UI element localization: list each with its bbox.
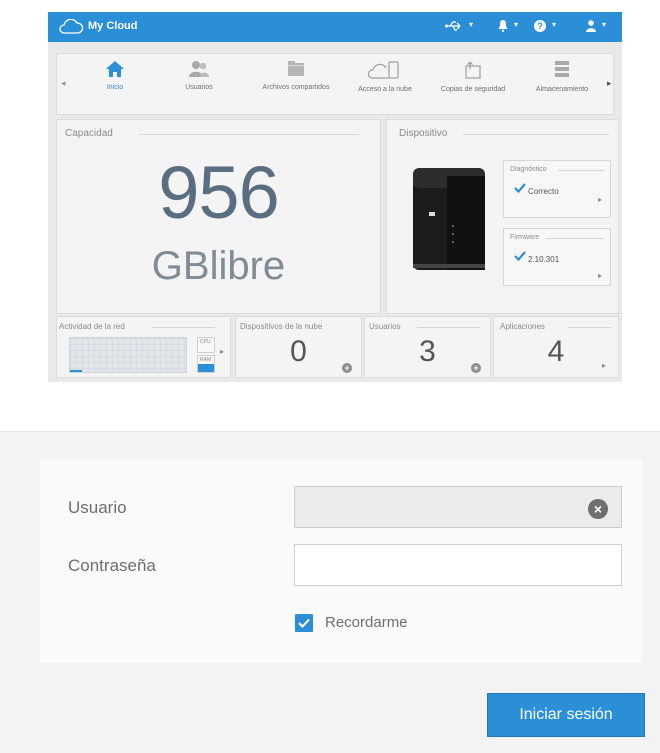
checkmark-icon xyxy=(298,618,310,628)
help-icon: ? xyxy=(534,20,546,32)
capacity-panel: Capacidad 956 GBlibre xyxy=(56,119,381,314)
chevron-down-icon: ▾ xyxy=(602,20,607,29)
divider xyxy=(463,134,609,135)
nav-label: Almacenamiento xyxy=(535,86,589,93)
cloud-icon xyxy=(59,19,84,34)
firmware-value: 2.10.301 xyxy=(528,255,560,264)
diagnostics-card[interactable]: Diagnóstico Correcto ▸ xyxy=(503,160,611,218)
diagnostics-title: Diagnóstico xyxy=(510,166,547,173)
backup-icon xyxy=(465,61,481,79)
panel-title: Aplicaciones xyxy=(500,322,545,331)
diagnostics-value: Correcto xyxy=(528,187,559,196)
notifications-menu[interactable]: ▾ xyxy=(498,20,518,34)
chevron-right-icon: ▸ xyxy=(597,271,602,280)
clear-icon[interactable]: × xyxy=(588,499,608,519)
nav-item-copias[interactable]: Copias de seguridad xyxy=(431,60,515,112)
nas-device-image xyxy=(413,168,485,270)
nav-label: Acceso a la nube xyxy=(358,86,412,93)
nav-item-inicio[interactable]: Inicio xyxy=(85,60,145,112)
nav-item-archivos[interactable]: Archivos compartidos xyxy=(251,60,341,112)
nav-label: Archivos compartidos xyxy=(262,84,330,91)
top-bar: My Cloud ▾ ▾ ? ▾ ▾ xyxy=(48,12,622,42)
network-activity-bar xyxy=(70,370,82,372)
divider xyxy=(546,238,604,239)
users-panel[interactable]: Usuarios 3 + xyxy=(364,316,491,378)
nav-label: Usuarios xyxy=(185,84,213,91)
cpu-meter: CPU xyxy=(197,337,215,353)
password-input[interactable] xyxy=(294,544,622,586)
login-button[interactable]: Iniciar sesión xyxy=(487,693,645,737)
add-icon[interactable]: + xyxy=(471,363,481,373)
ram-fill xyxy=(198,364,214,372)
divider xyxy=(568,327,612,328)
cloud-device-icon xyxy=(368,61,399,79)
panel-title: Usuarios xyxy=(369,322,401,331)
firmware-title: Firmware xyxy=(510,234,540,241)
username-input[interactable] xyxy=(294,486,622,528)
folder-icon xyxy=(288,61,304,76)
divider xyxy=(151,327,215,328)
chevron-down-icon: ▾ xyxy=(514,20,519,29)
capacity-unit: GBlibre xyxy=(151,244,286,288)
apps-panel[interactable]: Aplicaciones 4 ▸ xyxy=(493,316,619,378)
home-icon xyxy=(106,61,124,77)
username-label: Usuario xyxy=(68,498,127,517)
chevron-right-icon: ▸ xyxy=(602,361,607,370)
cloud-devices-panel[interactable]: Dispositivos de la nube 0 + xyxy=(235,316,362,378)
divider xyxy=(139,134,359,135)
nav-item-usuarios[interactable]: Usuarios xyxy=(171,60,227,112)
firmware-card[interactable]: Firmware 2.10.301 ▸ xyxy=(503,228,611,286)
users-icon xyxy=(189,61,209,77)
help-menu[interactable]: ? ▾ xyxy=(534,20,556,34)
usb-icon xyxy=(445,21,461,31)
nav-scroll-left-icon[interactable]: ◂ xyxy=(61,78,66,89)
user-menu[interactable]: ▾ xyxy=(586,20,606,34)
storage-icon xyxy=(555,61,569,77)
checkmark-icon xyxy=(514,251,526,261)
apps-count: 4 xyxy=(547,335,565,368)
nav-scroll-right-icon[interactable]: ▸ xyxy=(607,78,612,89)
panel-title: Dispositivos de la nube xyxy=(240,322,323,331)
chevron-down-icon: ▾ xyxy=(552,20,557,29)
chevron-right-icon: ▸ xyxy=(597,195,602,204)
app-name: My Cloud xyxy=(88,20,138,32)
password-label: Contraseña xyxy=(68,556,156,575)
nav-item-almacenamiento[interactable]: Almacenamiento xyxy=(527,60,597,112)
user-icon xyxy=(586,20,596,32)
checkmark-icon xyxy=(514,183,526,193)
ram-label: RAM xyxy=(200,357,212,363)
dashboard-screenshot: My Cloud ▾ ▾ ? ▾ ▾ ◂ Inicio Usuarios Arc… xyxy=(48,12,622,382)
divider xyxy=(558,170,604,171)
chevron-right-icon: ▸ xyxy=(220,347,225,356)
ram-meter: RAM xyxy=(197,355,215,373)
device-panel: Dispositivo Diagnóstico Correcto ▸ Firmw… xyxy=(386,119,619,314)
bell-icon xyxy=(498,20,508,32)
network-activity-panel[interactable]: Actividad de la red CPU RAM ▸ xyxy=(56,316,231,378)
chevron-down-icon: ▾ xyxy=(469,20,474,29)
add-icon[interactable]: + xyxy=(342,363,352,373)
panel-title: Actividad de la red xyxy=(59,322,125,331)
app-logo[interactable]: My Cloud xyxy=(58,19,148,35)
remember-label[interactable]: Recordarme xyxy=(325,614,408,631)
capacity-value: 956 xyxy=(158,151,279,234)
panel-title: Dispositivo xyxy=(399,128,448,139)
panel-title: Capacidad xyxy=(65,128,113,139)
main-nav: ◂ Inicio Usuarios Archivos compartidos A… xyxy=(56,53,614,115)
cpu-label: CPU xyxy=(200,339,211,345)
nav-label: Inicio xyxy=(106,84,124,91)
nav-label: Copias de seguridad xyxy=(440,86,506,93)
divider xyxy=(417,327,481,328)
usb-menu[interactable]: ▾ xyxy=(445,20,473,34)
nav-item-acceso-nube[interactable]: Acceso a la nube xyxy=(347,60,423,112)
remember-checkbox[interactable] xyxy=(295,614,313,632)
network-graph xyxy=(69,337,187,373)
